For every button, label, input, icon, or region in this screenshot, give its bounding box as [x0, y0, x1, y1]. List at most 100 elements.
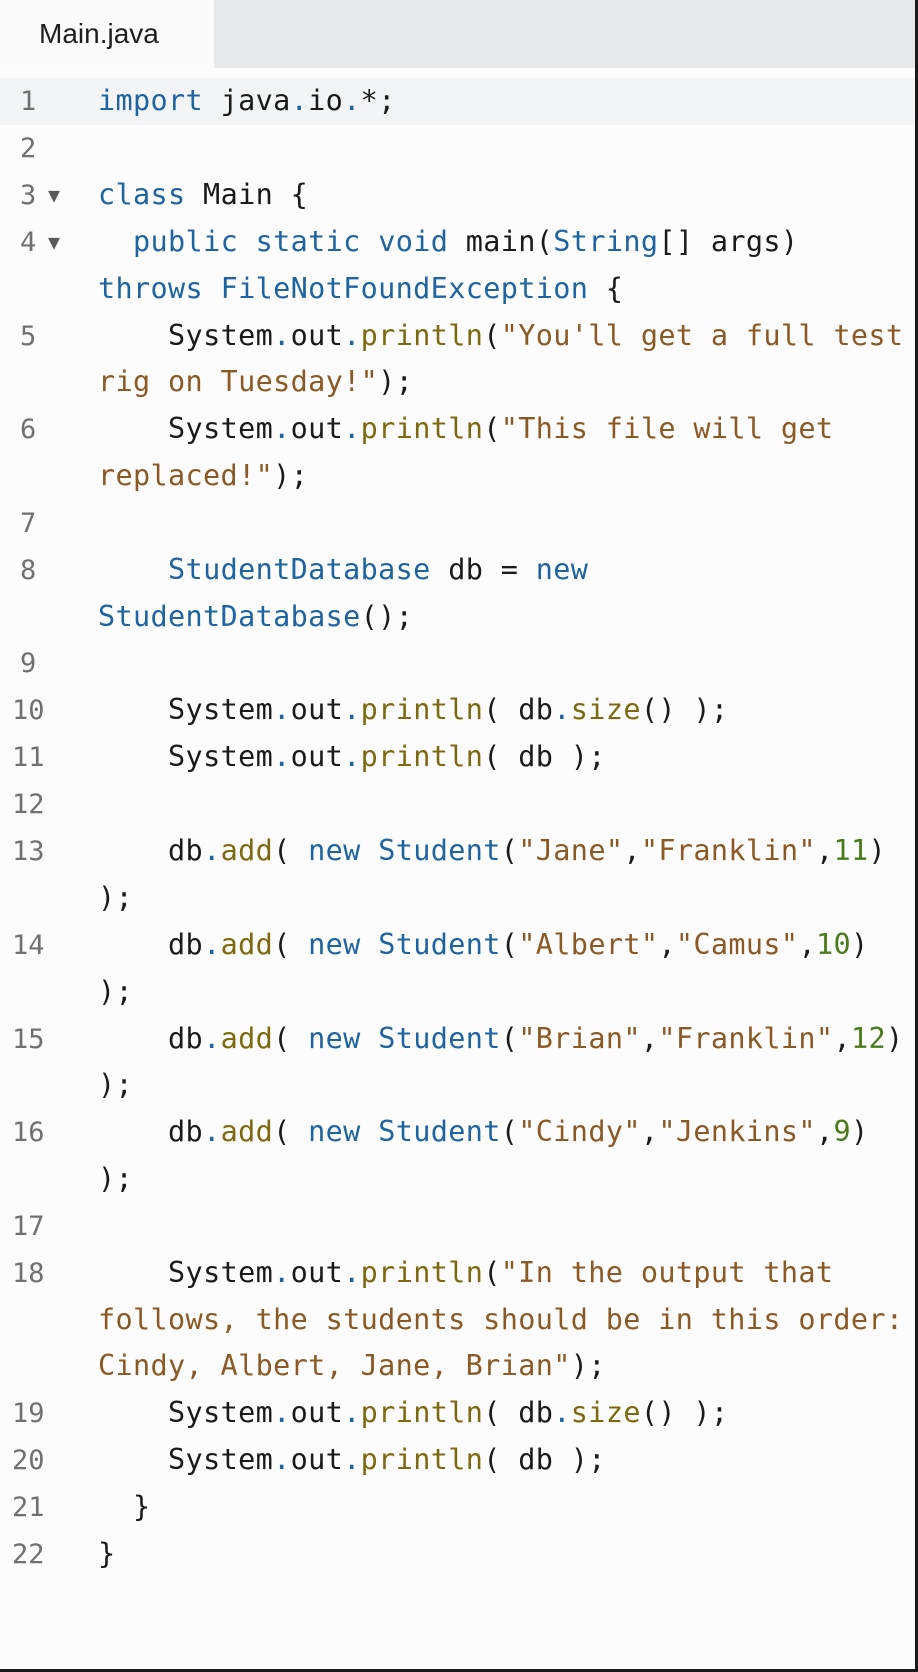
code-line[interactable]: 5 System.out.println("You'll get a full …	[0, 313, 915, 407]
code-line[interactable]: 2	[0, 125, 915, 172]
code-text: public static void main(String[] args) t…	[98, 219, 915, 313]
line-gutter: 5	[0, 313, 98, 360]
code-line[interactable]: 18 System.out.println("In the output tha…	[0, 1250, 915, 1390]
line-gutter: 7	[0, 500, 98, 547]
token-fn: println	[360, 740, 484, 774]
token-num: 11	[833, 834, 869, 868]
code-line[interactable]: 19 System.out.println( db.size() );	[0, 1390, 915, 1437]
code-line[interactable]: 17	[0, 1203, 915, 1250]
token-plain: out	[290, 693, 344, 727]
line-gutter: 11	[0, 734, 98, 781]
code-line[interactable]: 8 StudentDatabase db = new StudentDataba…	[0, 547, 915, 641]
token-dot: .	[273, 412, 291, 446]
code-text: db.add( new Student("Jane","Franklin",11…	[98, 828, 915, 922]
token-type: Student	[378, 927, 501, 961]
token-str: "Franklin"	[658, 1021, 834, 1055]
code-text: }	[98, 1484, 915, 1531]
code-line[interactable]: 1 import java.io.*;	[0, 78, 915, 125]
line-number: 20	[12, 1445, 45, 1477]
tab-main-java[interactable]: Main.java	[0, 0, 214, 68]
token-kw: class	[98, 178, 186, 211]
line-number: 17	[12, 1210, 45, 1242]
token-fn: println	[360, 412, 484, 446]
code-line[interactable]: 14 db.add( new Student("Albert","Camus",…	[0, 922, 915, 1016]
token-type: StudentDatabase	[98, 599, 361, 633]
code-text: System.out.println("You'll get a full te…	[98, 313, 915, 407]
code-line[interactable]: 13 db.add( new Student("Jane","Franklin"…	[0, 828, 915, 922]
token-plain: out	[290, 1443, 344, 1477]
line-gutter: 16	[0, 1109, 98, 1156]
line-gutter: 9	[0, 640, 98, 687]
token-type: StudentDatabase	[168, 552, 431, 586]
code-text: StudentDatabase db = new StudentDatabase…	[98, 547, 915, 641]
token-plain: System	[98, 412, 274, 446]
token-plain: ( db );	[483, 1443, 606, 1477]
code-line[interactable]: 21 }	[0, 1484, 915, 1531]
token-dot: .	[203, 834, 221, 868]
token-plain: System	[98, 318, 274, 352]
token-plain: (	[483, 318, 501, 352]
token-plain: ,	[815, 834, 834, 868]
line-gutter: 21	[0, 1484, 98, 1531]
code-line[interactable]: 15 db.add( new Student("Brian","Franklin…	[0, 1016, 915, 1110]
token-plain: ,	[640, 1115, 659, 1149]
token-dot: .	[203, 1115, 221, 1149]
code-line[interactable]: 7	[0, 500, 915, 547]
token-type: Student	[378, 1115, 501, 1149]
token-kw: public	[133, 225, 239, 258]
line-number: 18	[12, 1257, 45, 1289]
token-dot: .	[273, 693, 291, 727]
token-fn: add	[220, 1115, 274, 1149]
line-gutter: 1	[0, 78, 98, 125]
code-line[interactable]: 4 ▼ public static void main(String[] args…	[0, 219, 915, 313]
token-kw: throws	[98, 271, 204, 305]
code-editor[interactable]: 1 import java.io.*; 2 3 ▼ class Main {4 ▼ publ…	[0, 78, 915, 1578]
token-plain: *;	[360, 84, 396, 117]
token-plain: ,	[640, 1021, 659, 1055]
token-num: 9	[833, 1115, 851, 1149]
token-fn: size	[570, 693, 641, 727]
code-line[interactable]: 20 System.out.println( db );	[0, 1437, 915, 1484]
code-line[interactable]: 9	[0, 640, 915, 687]
fold-toggle-icon[interactable]: ▼	[48, 219, 60, 266]
token-str: "Albert"	[518, 927, 659, 961]
token-plain: (	[500, 927, 519, 961]
token-type: String	[553, 225, 659, 258]
line-number: 1	[20, 86, 37, 117]
token-num: 12	[850, 1021, 886, 1055]
code-text: import java.io.*;	[98, 78, 915, 125]
line-number: 7	[20, 507, 37, 539]
code-line[interactable]: 16 db.add( new Student("Cindy","Jenkins"…	[0, 1109, 915, 1203]
token-plain: (	[500, 1115, 519, 1149]
token-str: "Camus"	[675, 927, 799, 961]
token-fn: println	[360, 1443, 484, 1477]
code-line[interactable]: 6 System.out.println("This file will get…	[0, 406, 915, 500]
token-dot: .	[343, 740, 361, 774]
token-plain: ,	[833, 1021, 851, 1055]
token-plain: db	[98, 927, 204, 961]
token-dot: .	[273, 1396, 291, 1430]
token-type: Student	[378, 834, 501, 868]
token-fn: size	[570, 1396, 641, 1430]
token-num: 10	[815, 927, 851, 961]
code-line[interactable]: 10 System.out.println( db.size() );	[0, 687, 915, 734]
code-line[interactable]: 3 ▼ class Main {	[0, 172, 915, 219]
code-line[interactable]: 22}	[0, 1531, 915, 1578]
line-number: 10	[12, 695, 45, 727]
token-fn: println	[360, 1255, 484, 1289]
token-fn: add	[220, 927, 274, 961]
code-line[interactable]: 12	[0, 781, 915, 828]
fold-toggle-icon[interactable]: ▼	[48, 172, 60, 219]
token-dot: .	[343, 412, 361, 446]
token-kw: new	[308, 834, 361, 868]
token-kw: new	[308, 927, 361, 961]
line-number: 12	[12, 789, 45, 821]
code-line[interactable]: 11 System.out.println( db );	[0, 734, 915, 781]
line-gutter: 15	[0, 1016, 98, 1063]
line-gutter: 18	[0, 1250, 98, 1297]
